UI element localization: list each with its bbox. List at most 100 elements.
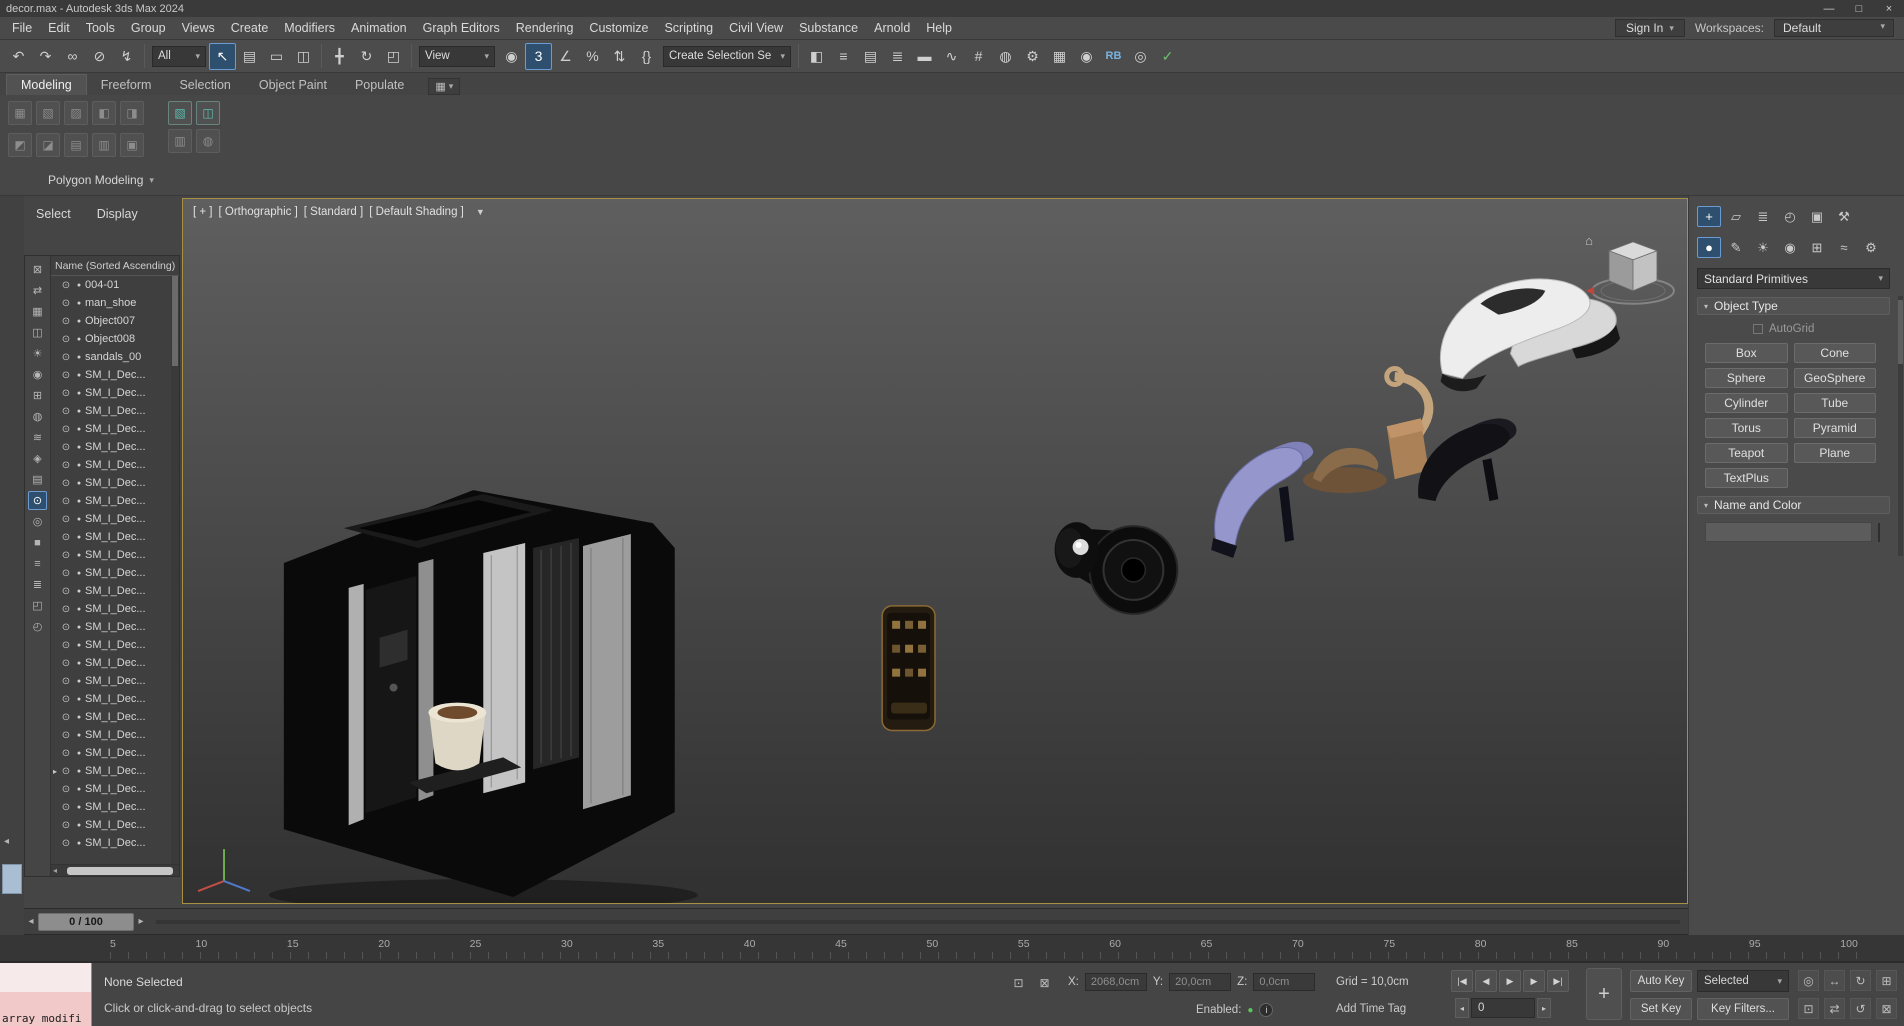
set-keys-button[interactable]: + — [1586, 968, 1622, 1020]
list-item[interactable]: ⊙ ● man_shoe — [51, 294, 179, 312]
redo-icon[interactable]: ↷ — [32, 43, 59, 70]
preserve-uvs-icon[interactable]: ▥ — [92, 133, 116, 157]
object-name[interactable]: SM_I_Dec... — [85, 495, 146, 507]
menu-item[interactable]: Arnold — [866, 21, 918, 35]
explorer-lock-icon[interactable]: ⊠ — [28, 260, 47, 279]
render-iterative-icon[interactable]: ◎ — [1127, 43, 1154, 70]
angle-snap-icon[interactable]: ∠ — [552, 43, 579, 70]
systems-category-icon[interactable]: ⚙ — [1859, 237, 1883, 258]
list-item[interactable]: ⊙ ● SM_I_Dec... — [51, 636, 179, 654]
object-name[interactable]: Object008 — [85, 333, 135, 345]
visibility-eye-icon[interactable]: ⊙ — [59, 334, 73, 345]
next-frame-arrow-icon[interactable]: ▸ — [134, 916, 148, 927]
purple-heels-object[interactable] — [1211, 442, 1313, 558]
menu-item[interactable]: Substance — [791, 21, 866, 35]
list-item[interactable]: ⊙ ● SM_I_Dec... — [51, 438, 179, 456]
primitive-button[interactable]: Cylinder — [1705, 393, 1788, 413]
visibility-eye-icon[interactable]: ⊙ — [59, 298, 73, 309]
list-item[interactable]: ⊙ ● SM_I_Dec... — [51, 510, 179, 528]
visibility-eye-icon[interactable]: ⊙ — [59, 748, 73, 759]
list-item[interactable]: ⊙ ● SM_I_Dec... — [51, 546, 179, 564]
filter-shapes-icon[interactable]: ◫ — [28, 323, 47, 342]
smartphone-object[interactable] — [882, 606, 935, 731]
border-mode-icon[interactable]: ◧ — [92, 101, 116, 125]
snaps-toggle-icon[interactable]: 3 — [525, 43, 552, 70]
state-check-icon[interactable]: ✓ — [1154, 43, 1181, 70]
explorer-menu[interactable]: Select — [26, 203, 81, 225]
object-name[interactable]: SM_I_Dec... — [85, 765, 146, 777]
cameras-category-icon[interactable]: ◉ — [1778, 237, 1802, 258]
go-to-start-button[interactable]: |◀ — [1451, 970, 1473, 992]
display-frozen-icon[interactable]: ■ — [28, 533, 47, 552]
display-children-icon[interactable]: ▤ — [28, 470, 47, 489]
menu-item[interactable]: Scripting — [656, 21, 721, 35]
list-item[interactable]: ⊙ ● SM_I_Dec... — [51, 708, 179, 726]
auto-key-button[interactable]: Auto Key — [1630, 970, 1692, 992]
sort-ascending-icon[interactable]: ≡ — [28, 554, 47, 573]
close-button[interactable]: × — [1874, 0, 1904, 17]
visibility-eye-icon[interactable]: ⊙ — [59, 712, 73, 723]
object-name[interactable]: SM_I_Dec... — [85, 513, 146, 525]
geometry-category-icon[interactable]: ● — [1697, 237, 1721, 258]
visibility-eye-icon[interactable]: ⊙ — [59, 316, 73, 327]
primitive-button[interactable]: TextPlus — [1705, 468, 1788, 488]
visibility-eye-icon[interactable]: ⊙ — [59, 478, 73, 489]
time-slider-handle[interactable]: 0 / 100 — [38, 913, 134, 931]
object-name[interactable]: SM_I_Dec... — [85, 405, 146, 417]
object-name[interactable]: SM_I_Dec... — [85, 369, 146, 381]
visibility-eye-icon[interactable]: ⊙ — [59, 514, 73, 525]
list-item[interactable]: ⊙ ● SM_I_Dec... — [51, 672, 179, 690]
visibility-eye-icon[interactable]: ⊙ — [59, 568, 73, 579]
ribbon-tab[interactable]: Modeling — [6, 74, 87, 95]
named-selection-set-combo[interactable]: Create Selection Se ▾ — [663, 46, 791, 67]
bind-to-space-warp-icon[interactable]: ↯ — [113, 43, 140, 70]
selection-filter-select[interactable]: All ▾ — [152, 46, 206, 67]
select-object-icon[interactable]: ↖ — [209, 43, 236, 70]
select-and-rotate-icon[interactable]: ↻ — [353, 43, 380, 70]
select-and-move-icon[interactable]: ╋ — [326, 43, 353, 70]
tweak-icon[interactable]: ▣ — [120, 133, 144, 157]
select-and-link-icon[interactable]: ∞ — [59, 43, 86, 70]
scroll-left-icon[interactable]: ◂ — [53, 866, 57, 875]
undo-icon[interactable]: ↶ — [5, 43, 32, 70]
menu-item[interactable]: Tools — [78, 21, 123, 35]
viewcube[interactable]: ⌂ — [1585, 233, 1674, 304]
visibility-eye-icon[interactable]: ⊙ — [59, 694, 73, 705]
ribbon-tab[interactable]: Selection — [165, 75, 244, 95]
visibility-eye-icon[interactable]: ⊙ — [59, 604, 73, 615]
visibility-eye-icon[interactable]: ⊙ — [59, 676, 73, 687]
window-crossing-icon[interactable]: ◫ — [290, 43, 317, 70]
add-time-tag[interactable]: Add Time Tag — [1336, 1003, 1406, 1015]
polygon-mode-icon[interactable]: ◨ — [120, 101, 144, 125]
object-name[interactable]: man_shoe — [85, 297, 136, 309]
sort-by-layer-icon[interactable]: ≣ — [28, 575, 47, 594]
list-item[interactable]: ⊙ ● SM_I_Dec... — [51, 384, 179, 402]
primitive-category-select[interactable]: Standard Primitives ▾ — [1697, 268, 1890, 289]
filter-lights-icon[interactable]: ☀ — [28, 344, 47, 363]
object-name[interactable]: sandals_00 — [85, 351, 141, 363]
list-item[interactable]: ⊙ ● Object008 — [51, 330, 179, 348]
object-name[interactable]: SM_I_Dec... — [85, 621, 146, 633]
ribbon-tab[interactable]: Freeform — [87, 75, 166, 95]
y-coordinate-field[interactable]: 20,0cm — [1169, 973, 1231, 991]
shoe-box-object[interactable] — [1387, 418, 1429, 479]
vscroll-thumb[interactable] — [172, 276, 178, 366]
unlink-selection-icon[interactable]: ⊘ — [86, 43, 113, 70]
next-frame-button[interactable]: ▶ — [1523, 970, 1545, 992]
object-name[interactable]: SM_I_Dec... — [85, 801, 146, 813]
list-item[interactable]: ⊙ ● SM_I_Dec... — [51, 834, 179, 852]
visibility-eye-icon[interactable]: ⊙ — [59, 838, 73, 849]
list-item[interactable]: ⊙ ● SM_I_Dec... — [51, 654, 179, 672]
object-name[interactable]: SM_I_Dec... — [85, 693, 146, 705]
mirror-icon[interactable]: ◧ — [803, 43, 830, 70]
filter-helpers-icon[interactable]: ⊞ — [28, 386, 47, 405]
object-type-rollout-header[interactable]: ▾ Object Type — [1697, 297, 1890, 315]
object-name[interactable]: SM_I_Dec... — [85, 783, 146, 795]
menu-item[interactable]: Graph Editors — [415, 21, 508, 35]
element-mode-icon[interactable]: ◩ — [8, 133, 32, 157]
display-tab-icon[interactable]: ▣ — [1805, 206, 1829, 227]
menu-item[interactable]: Animation — [343, 21, 415, 35]
motion-tab-icon[interactable]: ◴ — [1778, 206, 1802, 227]
object-name[interactable]: SM_I_Dec... — [85, 639, 146, 651]
rendered-frame-window-icon[interactable]: ▦ — [1046, 43, 1073, 70]
